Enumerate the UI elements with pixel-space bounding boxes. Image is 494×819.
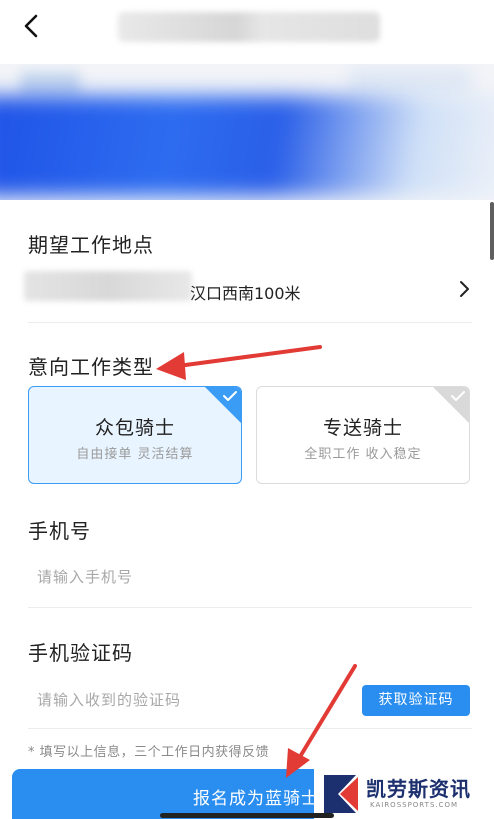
get-code-button[interactable]: 获取验证码 <box>362 685 470 716</box>
watermark-logo-icon <box>324 775 358 813</box>
divider <box>28 728 472 729</box>
work-type-option-dedicated[interactable]: 专送骑士 全职工作 收入稳定 <box>256 386 470 484</box>
top-nav <box>0 0 494 54</box>
annotation-arrow-icon <box>286 664 357 778</box>
location-value: 汉口西南100米 <box>190 284 301 303</box>
chevron-right-icon <box>460 281 469 297</box>
blurred-location-prefix <box>24 271 192 301</box>
blurred-title <box>118 12 380 42</box>
watermark: 凯劳斯资讯 KAIROSSPORTS.COM <box>314 769 494 819</box>
location-selector[interactable]: 汉口西南100米 <box>24 266 472 312</box>
phone-input[interactable]: 请输入手机号 <box>37 566 133 587</box>
location-label: 期望工作地点 <box>28 233 154 257</box>
verify-code-label: 手机验证码 <box>28 641 133 665</box>
work-type-label: 意向工作类型 <box>28 355 154 379</box>
watermark-subtitle: KAIROSSPORTS.COM <box>370 801 459 809</box>
verify-code-input[interactable]: 请输入收到的验证码 <box>37 689 181 710</box>
chevron-left-icon[interactable] <box>18 10 46 42</box>
work-type-name: 众包骑士 <box>94 417 175 439</box>
divider <box>28 607 472 608</box>
form-note: * 填写以上信息，三个工作日内获得反馈 <box>28 745 270 760</box>
phone-label: 手机号 <box>28 519 91 543</box>
watermark-title: 凯劳斯资讯 <box>366 777 471 801</box>
work-type-name: 专送骑士 <box>322 417 403 439</box>
check-icon <box>223 391 237 401</box>
annotation-arrow-icon <box>156 345 322 380</box>
work-type-desc: 自由接单 灵活结算 <box>76 447 194 462</box>
banner-image <box>0 64 494 200</box>
work-type-option-crowdsource[interactable]: 众包骑士 自由接单 灵活结算 <box>28 386 242 484</box>
home-indicator <box>160 813 334 818</box>
divider <box>28 322 472 323</box>
check-icon <box>451 391 465 401</box>
work-type-desc: 全职工作 收入稳定 <box>304 447 422 462</box>
scroll-indicator <box>490 202 494 260</box>
